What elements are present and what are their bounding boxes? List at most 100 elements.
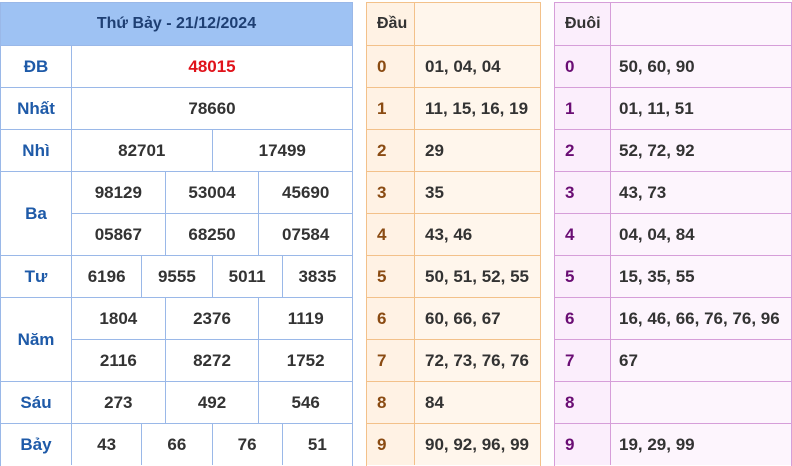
dau-title: Đầu bbox=[367, 3, 415, 45]
digit-values: 01, 11, 51 bbox=[611, 88, 791, 129]
duoi-row: 2 52, 72, 92 bbox=[555, 129, 791, 171]
digit-key: 1 bbox=[367, 88, 415, 129]
dau-head-digit-table: Đầu 0 01, 04, 04 1 11, 15, 16, 19 2 29 3 35 … bbox=[366, 2, 541, 466]
duoi-row: 6 16, 46, 66, 76, 76, 96 bbox=[555, 297, 791, 339]
duoi-title: Đuôi bbox=[555, 3, 611, 45]
digit-values: 29 bbox=[415, 130, 540, 171]
prize-number: 6196 bbox=[87, 266, 126, 286]
digit-key: 2 bbox=[367, 130, 415, 171]
prize-number: 17499 bbox=[211, 130, 353, 171]
prize-number: 1752 bbox=[258, 340, 352, 381]
prize-number: 07584 bbox=[258, 214, 352, 255]
digit-values: 72, 73, 76, 76 bbox=[415, 340, 540, 381]
digit-values: 04, 04, 84 bbox=[611, 214, 791, 255]
duoi-row: 8 bbox=[555, 381, 791, 423]
digit-values: 90, 92, 96, 99 bbox=[415, 424, 540, 465]
prize-label: Ba bbox=[1, 172, 72, 255]
prize-row-special: ĐB 48015 bbox=[1, 45, 352, 87]
prize-number: 1804 bbox=[99, 308, 138, 328]
dau-row: 9 90, 92, 96, 99 bbox=[367, 423, 540, 465]
duoi-row: 0 50, 60, 90 bbox=[555, 45, 791, 87]
digit-key: 8 bbox=[367, 382, 415, 423]
dau-row: 6 60, 66, 67 bbox=[367, 297, 540, 339]
duoi-row: 4 04, 04, 84 bbox=[555, 213, 791, 255]
digit-key: 0 bbox=[555, 46, 611, 87]
prize-number: 76 bbox=[211, 424, 282, 465]
duoi-row: 3 43, 73 bbox=[555, 171, 791, 213]
prize-number: 2116 bbox=[99, 350, 137, 370]
digit-key: 7 bbox=[367, 340, 415, 381]
digit-key: 7 bbox=[555, 340, 611, 381]
prize-label: Bảy bbox=[1, 424, 72, 465]
digit-values bbox=[611, 382, 791, 423]
prize-number: 8272 bbox=[164, 340, 259, 381]
digit-key: 4 bbox=[367, 214, 415, 255]
digit-key: 6 bbox=[367, 298, 415, 339]
duoi-row: 5 15, 35, 55 bbox=[555, 255, 791, 297]
digit-key: 9 bbox=[367, 424, 415, 465]
digit-values: 84 bbox=[415, 382, 540, 423]
prize-number: 66 bbox=[141, 424, 211, 465]
digit-key: 0 bbox=[367, 46, 415, 87]
duoi-row: 1 01, 11, 51 bbox=[555, 87, 791, 129]
prize-number: 51 bbox=[281, 424, 352, 465]
prize-number: 98129 bbox=[94, 182, 142, 202]
prize-number: 273 bbox=[104, 392, 133, 412]
digit-key: 9 bbox=[555, 424, 611, 465]
duoi-row: 9 19, 29, 99 bbox=[555, 423, 791, 465]
prize-number: 78660 bbox=[188, 98, 236, 118]
digit-key: 4 bbox=[555, 214, 611, 255]
prize-number: 53004 bbox=[164, 172, 259, 213]
prize-number: 1119 bbox=[258, 298, 352, 339]
prize-number: 68250 bbox=[164, 214, 259, 255]
prize-number: 492 bbox=[164, 382, 259, 423]
prize-label: Năm bbox=[1, 298, 72, 381]
prize-number: 5011 bbox=[211, 256, 282, 297]
prize-row-fourth: Tư 6196 9555 5011 3835 bbox=[1, 255, 352, 297]
prize-row-sixth: Sáu 273 492 546 bbox=[1, 381, 352, 423]
prize-number: 05867 bbox=[94, 224, 142, 244]
digit-values: 50, 51, 52, 55 bbox=[415, 256, 540, 297]
digit-key: 2 bbox=[555, 130, 611, 171]
dau-row: 8 84 bbox=[367, 381, 540, 423]
digit-key: 3 bbox=[555, 172, 611, 213]
digit-values: 01, 04, 04 bbox=[415, 46, 540, 87]
digit-values: 60, 66, 67 bbox=[415, 298, 540, 339]
prize-label: ĐB bbox=[1, 46, 72, 87]
digit-values: 43, 73 bbox=[611, 172, 791, 213]
prize-number: 9555 bbox=[141, 256, 211, 297]
prize-row-second: Nhì 82701 17499 bbox=[1, 129, 352, 171]
dau-row: 4 43, 46 bbox=[367, 213, 540, 255]
digit-values: 52, 72, 92 bbox=[611, 130, 791, 171]
dau-row: 2 29 bbox=[367, 129, 540, 171]
digit-values: 16, 46, 66, 76, 76, 96 bbox=[611, 298, 791, 339]
prize-row-seventh: Bảy 43 66 76 51 bbox=[1, 423, 352, 465]
prize-number: 2376 bbox=[164, 298, 259, 339]
digit-values: 50, 60, 90 bbox=[611, 46, 791, 87]
dau-row: 1 11, 15, 16, 19 bbox=[367, 87, 540, 129]
prize-label: Nhì bbox=[1, 130, 72, 171]
prize-row-third: Ba 98129 53004 45690 05867 68250 07584 bbox=[1, 171, 352, 255]
dau-header: Đầu bbox=[367, 3, 540, 45]
digit-values: 15, 35, 55 bbox=[611, 256, 791, 297]
digit-key: 3 bbox=[367, 172, 415, 213]
prize-label: Sáu bbox=[1, 382, 72, 423]
digit-values: 11, 15, 16, 19 bbox=[415, 88, 540, 129]
prize-number: 82701 bbox=[118, 140, 166, 160]
digit-key: 8 bbox=[555, 382, 611, 423]
dau-row: 0 01, 04, 04 bbox=[367, 45, 540, 87]
prize-label: Tư bbox=[1, 256, 72, 297]
lottery-results-table: Thứ Bảy - 21/12/2024 ĐB 48015 Nhất 78660… bbox=[0, 2, 353, 466]
prize-number: 43 bbox=[97, 434, 117, 454]
dau-header-spacer bbox=[415, 3, 540, 45]
digit-key: 5 bbox=[555, 256, 611, 297]
digit-values: 35 bbox=[415, 172, 540, 213]
prize-label: Nhất bbox=[1, 88, 72, 129]
duoi-tail-digit-table: Đuôi 0 50, 60, 90 1 01, 11, 51 2 52, 72, 92… bbox=[554, 2, 792, 466]
prize-row-fifth: Năm 1804 2376 1119 2116 8272 1752 bbox=[1, 297, 352, 381]
dau-row: 3 35 bbox=[367, 171, 540, 213]
dau-row: 5 50, 51, 52, 55 bbox=[367, 255, 540, 297]
digit-values: 19, 29, 99 bbox=[611, 424, 791, 465]
digit-values: 67 bbox=[611, 340, 791, 381]
prize-number: 3835 bbox=[281, 256, 352, 297]
